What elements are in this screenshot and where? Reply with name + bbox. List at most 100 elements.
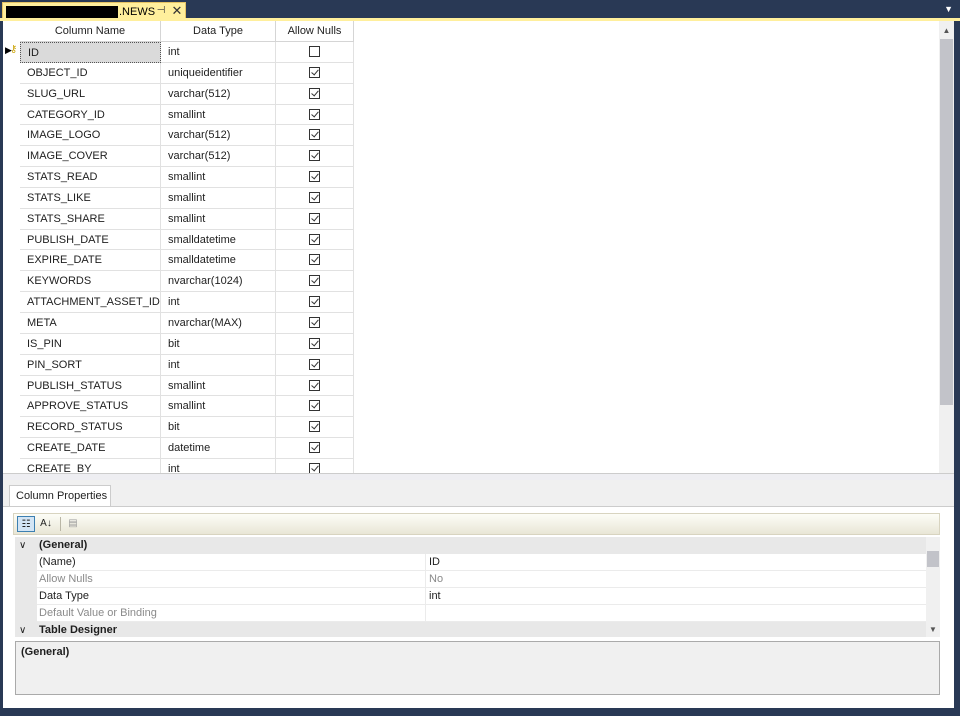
data-type-cell[interactable]: smallint [161, 375, 276, 397]
table-row[interactable]: META nvarchar(MAX) [3, 312, 355, 334]
property-scroll-down-icon[interactable]: ▼ [926, 623, 940, 637]
table-row[interactable]: CATEGORY_ID smallint [3, 104, 355, 126]
data-type-cell[interactable]: varchar(512) [161, 146, 276, 168]
column-name-cell[interactable]: PUBLISH_DATE [20, 229, 161, 251]
scroll-up-arrow-icon[interactable]: ▲ [939, 23, 954, 39]
data-type-cell[interactable]: int [161, 292, 276, 313]
allow-nulls-checkbox[interactable] [309, 129, 320, 141]
allow-nulls-checkbox[interactable] [309, 171, 320, 183]
property-value[interactable] [425, 605, 925, 621]
data-type-cell[interactable]: smalldatetime [161, 250, 276, 272]
data-type-cell[interactable]: varchar(512) [161, 125, 276, 147]
allow-nulls-checkbox[interactable] [309, 191, 320, 203]
allow-nulls-checkbox[interactable] [309, 150, 320, 162]
table-row[interactable]: IMAGE_COVER varchar(512) [3, 146, 355, 168]
table-row[interactable]: PIN_SORT int [3, 354, 355, 376]
property-scroll-thumb[interactable] [927, 551, 939, 567]
table-row[interactable]: IS_PIN bit [3, 333, 355, 355]
table-row[interactable]: STATS_LIKE smallint [3, 187, 355, 209]
table-row[interactable]: PUBLISH_DATE smalldatetime [3, 229, 355, 251]
header-allow-nulls[interactable]: Allow Nulls [276, 21, 354, 42]
table-row[interactable]: ▶ ⚷ ID int [3, 42, 355, 63]
grid-vertical-scrollbar[interactable]: ▲ [939, 21, 954, 473]
column-name-cell[interactable]: SLUG_URL [20, 83, 161, 105]
data-type-cell[interactable]: smallint [161, 208, 276, 230]
allow-nulls-checkbox[interactable] [309, 358, 320, 370]
close-icon[interactable]: ✕ [171, 3, 183, 19]
property-category[interactable]: ∨ (General) [15, 537, 940, 554]
allow-nulls-checkbox[interactable] [309, 87, 320, 99]
column-name-cell[interactable]: EXPIRE_DATE [20, 250, 161, 272]
header-data-type[interactable]: Data Type [161, 21, 276, 42]
property-pages-icon[interactable]: ▤ [64, 516, 82, 532]
data-type-cell[interactable]: smalldatetime [161, 229, 276, 251]
table-row[interactable]: KEYWORDS nvarchar(1024) [3, 271, 355, 293]
allow-nulls-checkbox[interactable] [309, 212, 320, 224]
table-row[interactable]: APPROVE_STATUS smallint [3, 396, 355, 418]
column-name-cell[interactable]: PIN_SORT [20, 354, 161, 376]
allow-nulls-checkbox[interactable] [309, 108, 320, 120]
allow-nulls-checkbox[interactable] [309, 46, 320, 57]
data-type-cell[interactable]: varchar(512) [161, 83, 276, 105]
column-name-cell[interactable]: KEYWORDS [20, 271, 161, 293]
data-type-cell[interactable]: bit [161, 333, 276, 355]
tab-overflow-chevron-icon[interactable]: ▼ [944, 4, 953, 14]
data-type-cell[interactable]: bit [161, 417, 276, 439]
allow-nulls-checkbox[interactable] [309, 442, 320, 454]
chevron-down-icon[interactable]: ∨ [19, 537, 26, 554]
table-row[interactable]: STATS_READ smallint [3, 167, 355, 188]
column-name-cell[interactable]: ATTACHMENT_ASSET_ID [20, 292, 161, 313]
property-value[interactable]: ID [425, 554, 925, 570]
categorized-view-icon[interactable]: ☷ [17, 516, 35, 532]
allow-nulls-checkbox[interactable] [309, 296, 320, 308]
chevron-down-icon[interactable]: ∨ [19, 622, 26, 637]
data-type-cell[interactable]: uniqueidentifier [161, 62, 276, 84]
allow-nulls-checkbox[interactable] [309, 421, 320, 433]
column-name-cell[interactable]: IS_PIN [20, 333, 161, 355]
property-row[interactable]: Default Value or Binding [15, 605, 940, 622]
table-row[interactable]: SLUG_URL varchar(512) [3, 83, 355, 105]
data-type-cell[interactable]: int [161, 458, 276, 473]
allow-nulls-checkbox[interactable] [309, 379, 320, 391]
column-name-cell[interactable]: STATS_LIKE [20, 187, 161, 209]
pin-icon[interactable]: ⊣ [155, 5, 167, 16]
data-type-cell[interactable]: nvarchar(1024) [161, 271, 276, 293]
column-name-cell[interactable]: META [20, 312, 161, 334]
row-selector-primary-key-icon[interactable]: ▶ ⚷ [5, 44, 19, 58]
column-name-cell[interactable]: CATEGORY_ID [20, 104, 161, 126]
column-name-cell[interactable]: STATS_SHARE [20, 208, 161, 230]
alphabetical-sort-icon[interactable]: A↓ [37, 516, 55, 532]
table-row[interactable]: PUBLISH_STATUS smallint [3, 375, 355, 397]
table-row[interactable]: STATS_SHARE smallint [3, 208, 355, 230]
table-row[interactable]: EXPIRE_DATE smalldatetime [3, 250, 355, 272]
column-name-cell[interactable]: CREATE_BY [20, 458, 161, 473]
property-category[interactable]: ∨ Table Designer [15, 622, 940, 637]
tab-column-properties[interactable]: Column Properties [9, 485, 111, 506]
column-name-cell[interactable]: ID [20, 42, 161, 63]
table-row[interactable]: ATTACHMENT_ASSET_ID int [3, 292, 355, 313]
allow-nulls-checkbox[interactable] [309, 254, 320, 266]
data-type-cell[interactable]: int [161, 354, 276, 376]
header-column-name[interactable]: Column Name [20, 21, 161, 42]
column-name-cell[interactable]: IMAGE_COVER [20, 146, 161, 168]
pane-splitter[interactable] [3, 473, 954, 480]
scroll-thumb[interactable] [940, 39, 953, 405]
data-type-cell[interactable]: smallint [161, 104, 276, 126]
scroll-down-arrow-icon[interactable] [939, 449, 954, 465]
property-value[interactable]: int [425, 588, 925, 604]
allow-nulls-checkbox[interactable] [309, 462, 320, 473]
data-type-cell[interactable]: nvarchar(MAX) [161, 312, 276, 334]
allow-nulls-checkbox[interactable] [309, 66, 320, 78]
property-row[interactable]: Data Type int [15, 588, 940, 605]
table-row[interactable]: IMAGE_LOGO varchar(512) [3, 125, 355, 147]
property-value[interactable]: No [425, 571, 925, 587]
data-type-cell[interactable]: smallint [161, 167, 276, 188]
column-name-cell[interactable]: STATS_READ [20, 167, 161, 188]
column-name-cell[interactable]: OBJECT_ID [20, 62, 161, 84]
data-type-cell[interactable]: datetime [161, 438, 276, 459]
allow-nulls-checkbox[interactable] [309, 316, 320, 328]
property-row[interactable]: (Name) ID [15, 554, 940, 571]
column-name-cell[interactable]: CREATE_DATE [20, 438, 161, 459]
table-row[interactable]: CREATE_BY int [3, 458, 355, 473]
property-row[interactable]: Allow Nulls No [15, 571, 940, 588]
